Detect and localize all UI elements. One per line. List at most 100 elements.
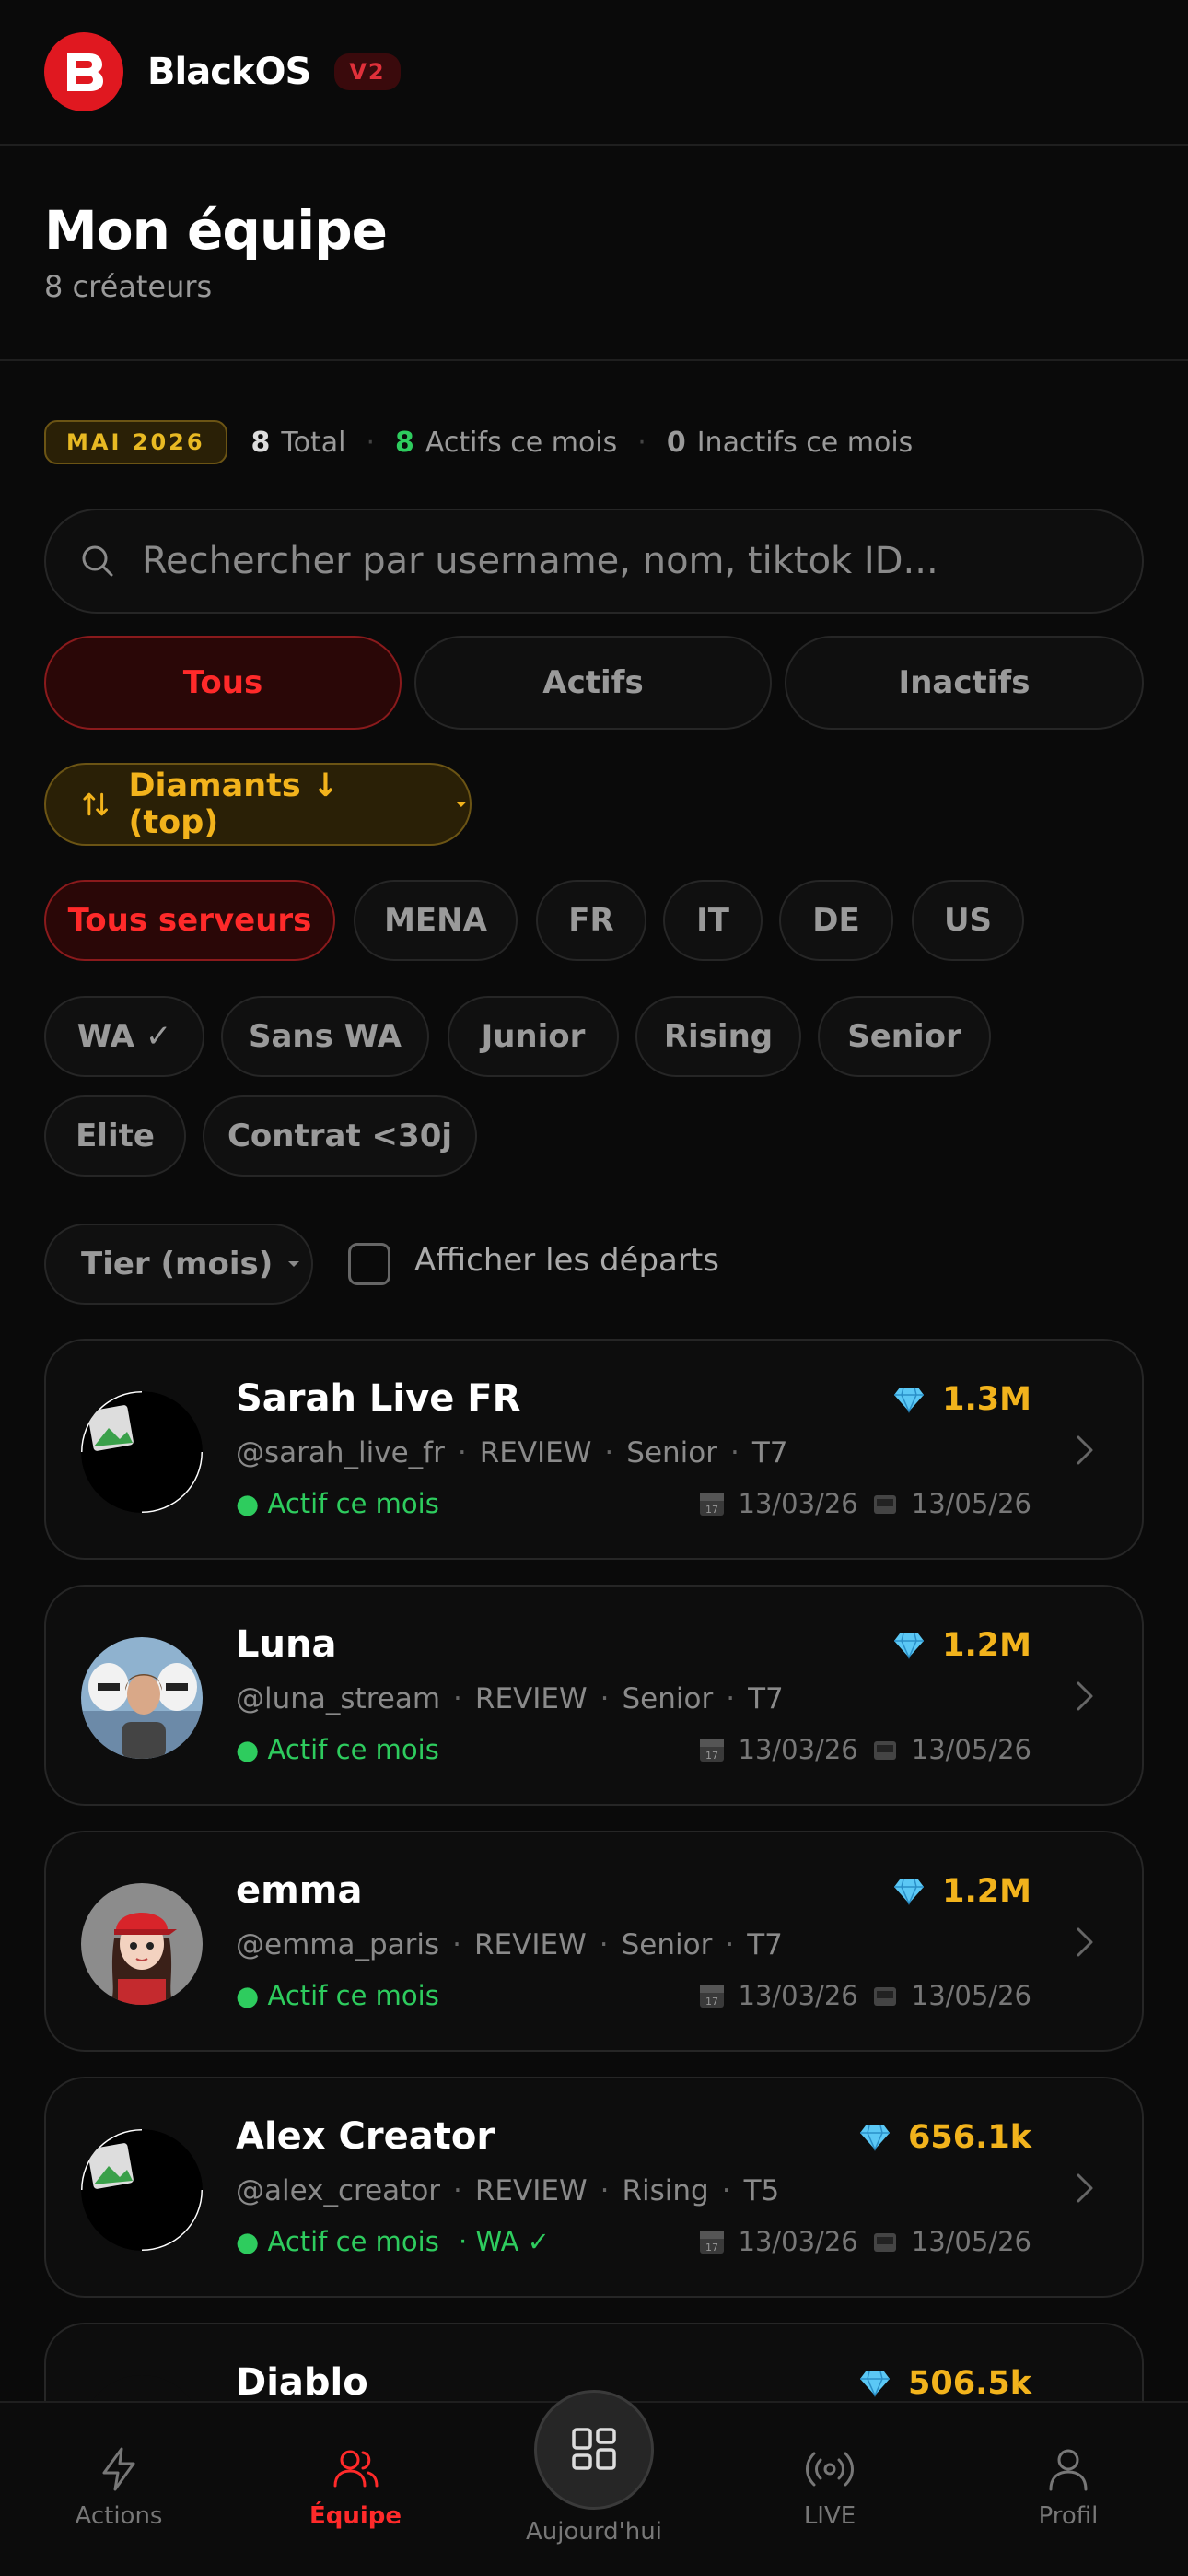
creator-handle: @alex_creator	[236, 2174, 441, 2207]
avatar	[81, 1883, 203, 2005]
chip-wa[interactable]: WA ✓	[44, 996, 204, 1077]
tier-label: Tier (mois)	[81, 1246, 274, 1282]
chip-server-it[interactable]: IT	[663, 880, 763, 961]
creator-name: Diablo	[236, 2361, 368, 2404]
diamond-count: 1.2M	[892, 1627, 1031, 1664]
sort-label: Diamants ↓ (top)	[128, 767, 340, 841]
diamond-icon	[860, 2371, 891, 2397]
diamond-count: 1.2M	[892, 1873, 1031, 1910]
chip-server-de[interactable]: DE	[779, 880, 893, 961]
tab-label: Aujourd'hui	[526, 2518, 662, 2546]
tab-aujourdhui[interactable]	[534, 2390, 654, 2510]
creator-meta: @luna_stream · REVIEW · Senior · T7	[236, 1682, 784, 1715]
tab-equipe[interactable]: Équipe	[263, 2403, 448, 2576]
creator-name: Alex Creator	[236, 2115, 495, 2158]
chip-sans-wa[interactable]: Sans WA	[221, 996, 429, 1077]
active-label: Actifs ce mois	[425, 426, 618, 459]
creator-status: ● Actif ce mois	[236, 1734, 439, 1765]
tab-label: LIVE	[803, 2502, 856, 2530]
segment-inactifs[interactable]: Inactifs	[785, 636, 1144, 730]
creator-handle: @emma_paris	[236, 1928, 440, 1961]
contract-icon	[873, 1987, 896, 2006]
calendar-icon: 17	[699, 2231, 724, 2254]
search-input[interactable]	[142, 540, 1063, 582]
page: BlackOS V2 Mon équipe 8 créateurs MAI 20…	[0, 0, 1188, 2576]
total-count: 8	[250, 426, 271, 459]
broken-image-icon	[81, 1391, 203, 1513]
chip-senior[interactable]: Senior	[818, 996, 991, 1077]
diamond-value: 1.2M	[942, 1627, 1031, 1664]
diamond-value: 656.1k	[908, 2119, 1031, 2156]
lightning-icon	[102, 2447, 135, 2491]
creator-dates: 17 13/03/26 13/05/26	[685, 1980, 1031, 2011]
avatar	[81, 1637, 203, 1759]
user-icon	[1049, 2449, 1088, 2491]
departs-checkbox[interactable]	[348, 1243, 390, 1285]
date-start: 13/03/26	[738, 1488, 858, 1519]
tab-profil[interactable]: Profil	[976, 2403, 1160, 2576]
chip-server-fr[interactable]: FR	[536, 880, 646, 961]
creator-status: ● Actif ce mois	[236, 1980, 439, 2011]
caret-down-icon	[456, 802, 468, 807]
search-icon	[82, 545, 113, 577]
chip-server-all[interactable]: Tous serveurs	[44, 880, 335, 961]
avatar	[81, 2129, 203, 2251]
diamond-count: 656.1k	[858, 2119, 1031, 2156]
svg-text:17: 17	[705, 1504, 718, 1516]
calendar-icon: 17	[699, 1985, 724, 2008]
chip-server-us[interactable]: US	[912, 880, 1024, 961]
contract-icon	[873, 1495, 896, 1514]
creator-stage: REVIEW	[474, 1682, 588, 1715]
status-active: ● Actif ce mois	[236, 2226, 439, 2257]
tab-live[interactable]: LIVE	[738, 2403, 922, 2576]
chip-elite[interactable]: Elite	[44, 1095, 186, 1177]
page-header: Mon équipe 8 créateurs	[0, 147, 1188, 361]
date-start: 13/03/26	[738, 1734, 858, 1765]
app-logo[interactable]	[44, 32, 123, 111]
creator-dates: 17 13/03/26 13/05/26	[685, 1488, 1031, 1519]
caret-down-icon	[288, 1261, 300, 1267]
diamond-count: 1.3M	[892, 1381, 1031, 1418]
diamond-value: 1.3M	[942, 1381, 1031, 1418]
sort-arrows-icon	[83, 792, 108, 816]
creator-card[interactable]: Luna @luna_stream · REVIEW · Senior · T7 ● Act…	[44, 1585, 1144, 1806]
segment-tous[interactable]: Tous	[44, 636, 402, 730]
creator-card[interactable]: emma @emma_paris · REVIEW · Senior · T7 ● Acti…	[44, 1831, 1144, 2052]
creator-level: Senior	[626, 1436, 718, 1469]
date-end: 13/05/26	[911, 1488, 1031, 1519]
separator-dot: ·	[637, 426, 646, 459]
segment-actifs[interactable]: Actifs	[414, 636, 772, 730]
creator-card[interactable]: Sarah Live FR @sarah_live_fr · REVIEW · Seni…	[44, 1339, 1144, 1560]
month-badge[interactable]: MAI 2026	[44, 420, 227, 464]
creator-card[interactable]: Alex Creator @alex_creator · REVIEW · Rising…	[44, 2077, 1144, 2298]
active-count: 8	[395, 426, 414, 459]
creator-handle: @sarah_live_fr	[236, 1436, 445, 1469]
creator-stage: REVIEW	[474, 2174, 588, 2207]
creator-tier: T7	[748, 1682, 784, 1715]
chip-contrat[interactable]: Contrat <30j	[203, 1095, 477, 1177]
creator-stage: REVIEW	[474, 1928, 587, 1961]
chip-rising[interactable]: Rising	[635, 996, 801, 1077]
cartoon-avatar	[81, 1883, 203, 2005]
diamond-count: 506.5k	[858, 2365, 1031, 2402]
tier-dropdown[interactable]: Tier (mois)	[44, 1224, 313, 1305]
chip-server-mena[interactable]: MENA	[354, 880, 518, 961]
departs-label[interactable]: Afficher les départs	[414, 1242, 719, 1279]
stats-row: MAI 2026 8 Total · 8 Actifs ce mois · 0 …	[44, 419, 913, 465]
tab-actions[interactable]: Actions	[27, 2403, 211, 2576]
separator-dot: ·	[366, 426, 376, 459]
broadcast-icon	[806, 2452, 854, 2487]
date-end: 13/05/26	[911, 1980, 1031, 2011]
chip-junior[interactable]: Junior	[448, 996, 619, 1077]
creator-handle: @luna_stream	[236, 1682, 441, 1715]
creator-tier: T7	[747, 1928, 783, 1961]
sort-dropdown[interactable]: Diamants ↓ (top)	[44, 763, 472, 846]
tab-label: Actions	[75, 2502, 163, 2530]
users-icon	[333, 2450, 379, 2488]
svg-text:17: 17	[705, 1996, 718, 2008]
search-bar[interactable]	[44, 509, 1144, 614]
creator-name: emma	[236, 1869, 363, 1912]
diamond-value: 1.2M	[942, 1873, 1031, 1910]
inactive-count: 0	[666, 426, 686, 459]
svg-text:17: 17	[705, 2242, 718, 2254]
